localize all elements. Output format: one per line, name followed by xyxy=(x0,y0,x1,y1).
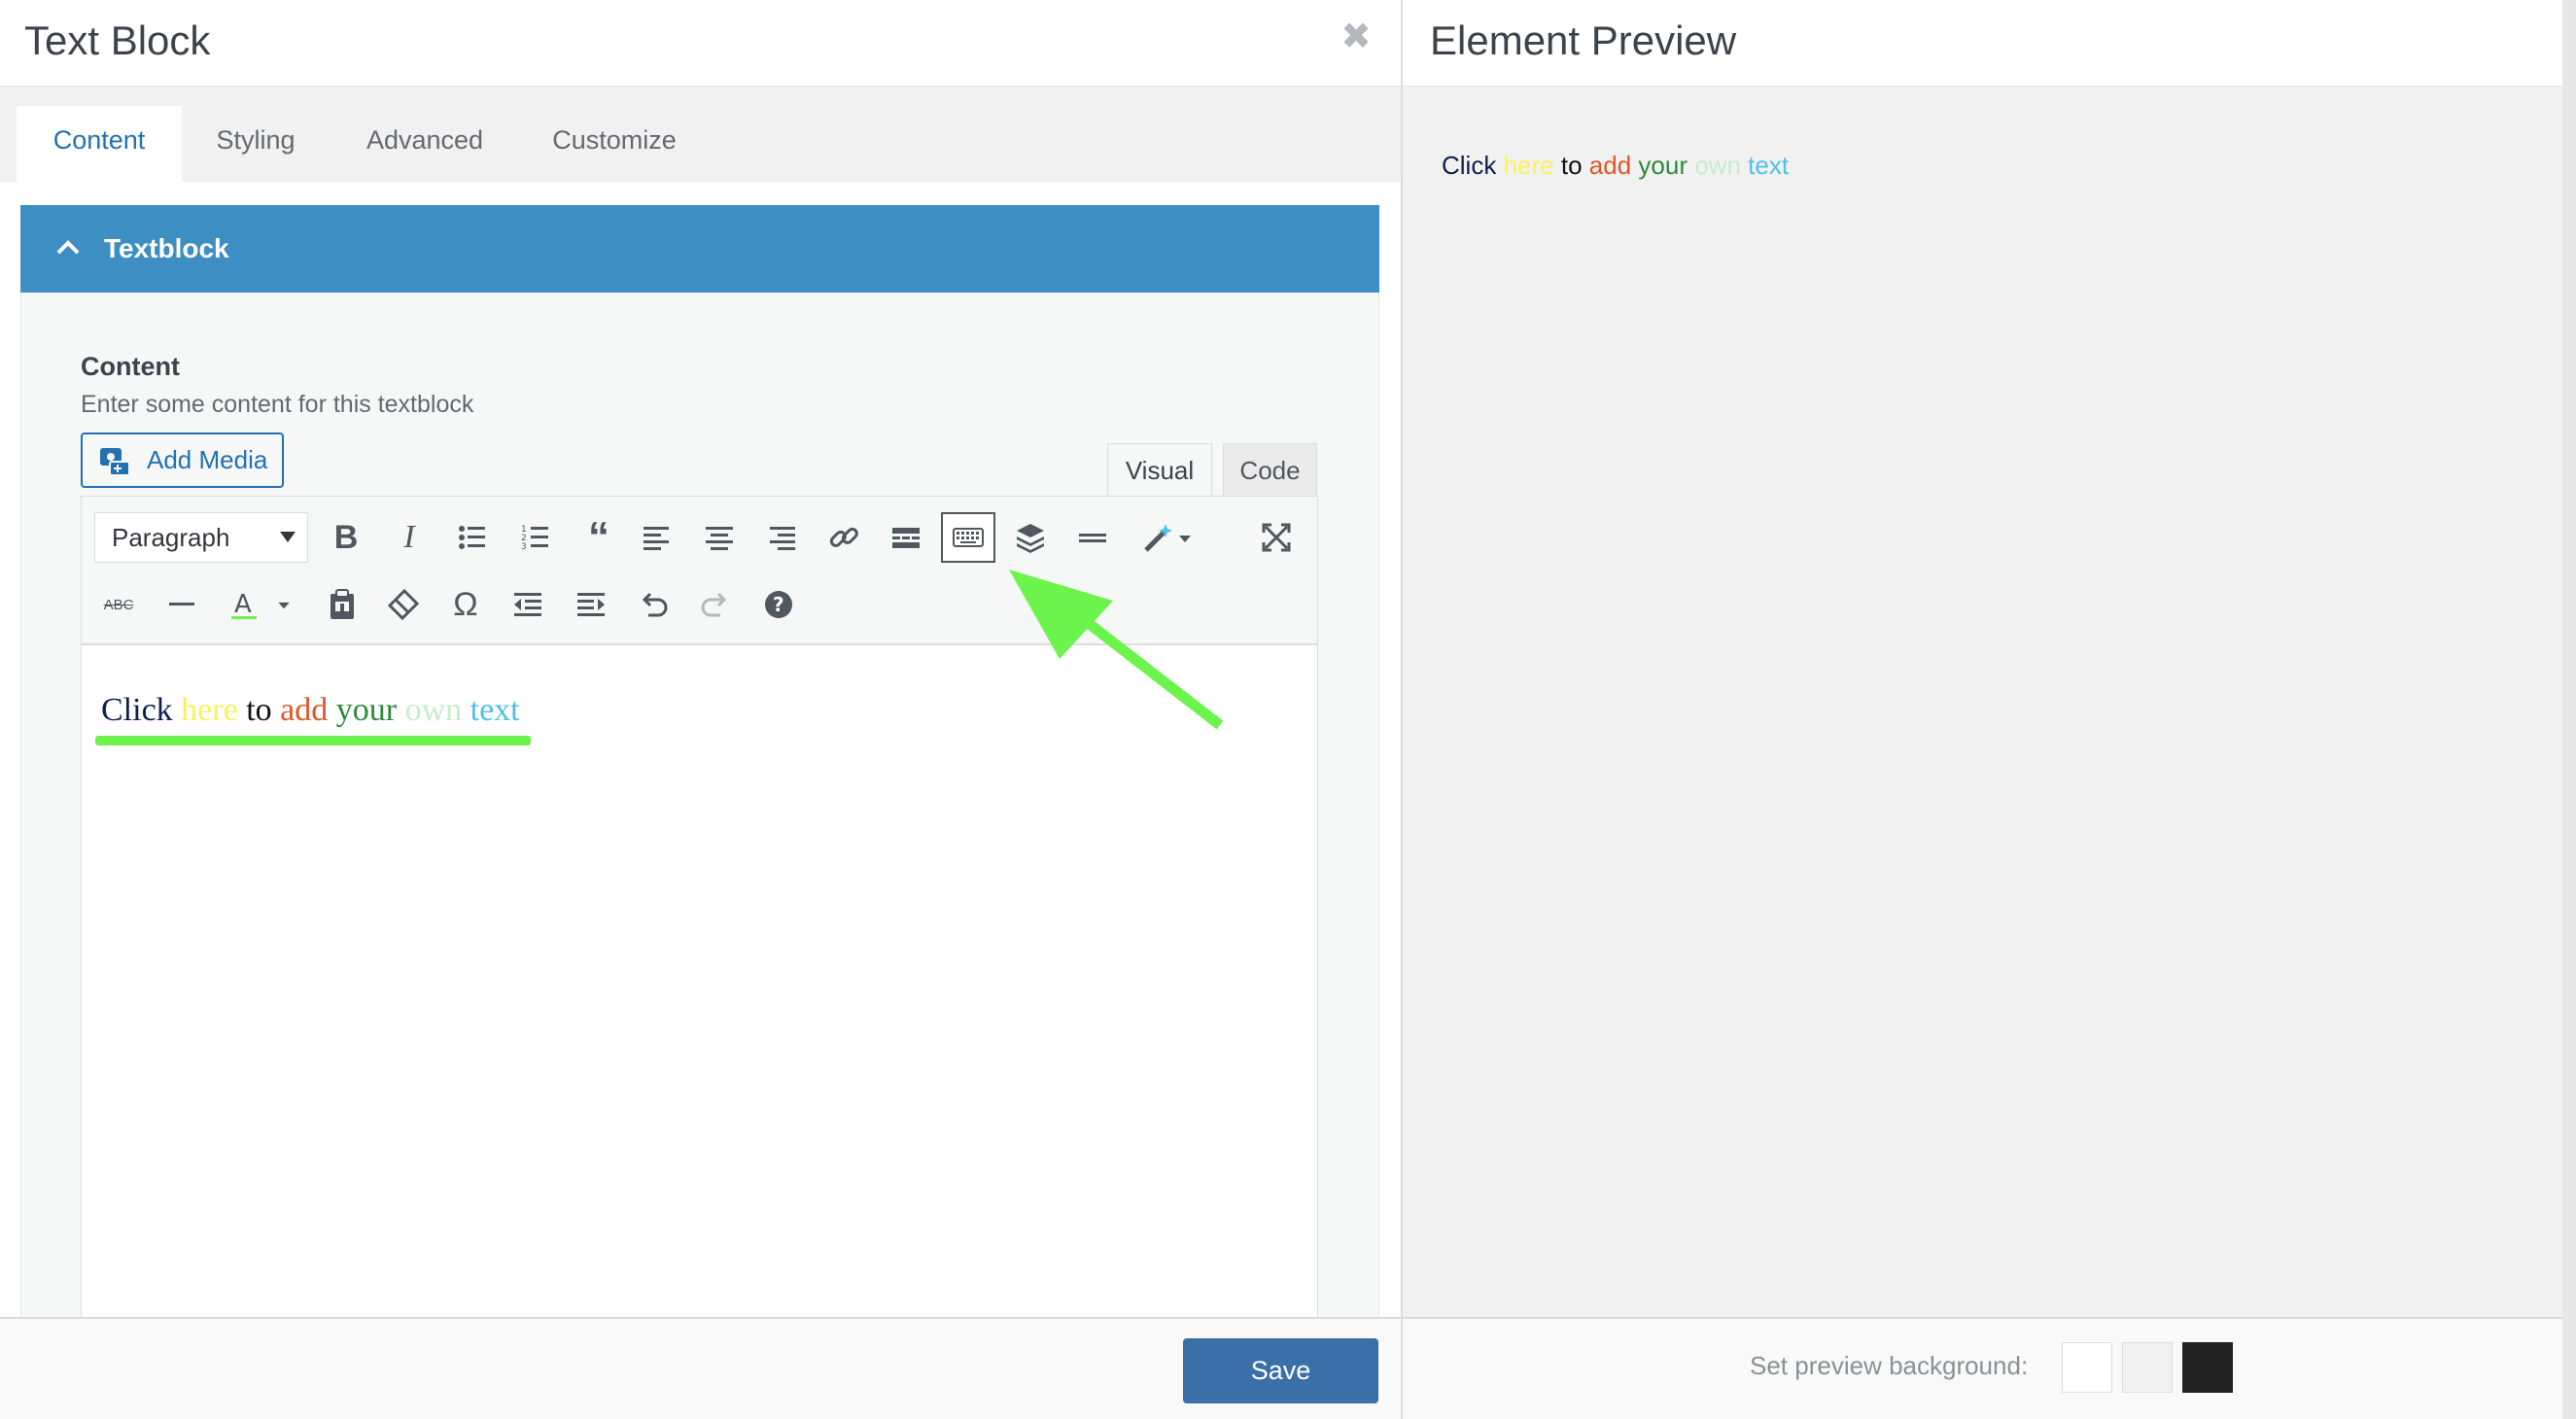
content-word: text xyxy=(470,692,520,728)
preview-word: Click xyxy=(1442,151,1497,180)
undo-icon[interactable] xyxy=(628,579,679,630)
content-word: here xyxy=(181,692,238,728)
content-word: own xyxy=(404,692,463,728)
preview-bg-light-swatch[interactable] xyxy=(2122,1342,2173,1393)
align-right-icon[interactable] xyxy=(756,512,807,563)
text-color-icon[interactable]: A xyxy=(219,579,269,630)
close-icon[interactable]: ✖ xyxy=(1337,17,1375,56)
content-word: your xyxy=(335,692,398,728)
layers-icon[interactable] xyxy=(1005,512,1056,563)
preview-word: here xyxy=(1503,151,1554,180)
blockquote-icon[interactable]: “ xyxy=(574,512,624,563)
content-word: Click xyxy=(101,692,173,728)
preview-title: Element Preview xyxy=(1430,17,1737,63)
format-select[interactable]: Paragraph xyxy=(94,512,308,563)
preview-content: Click here to add your own text xyxy=(1442,151,1789,181)
format-select-value: Paragraph xyxy=(112,523,230,552)
horizontal-rule-icon[interactable] xyxy=(1067,512,1118,563)
preview-word: add xyxy=(1588,151,1632,180)
caret-down-icon xyxy=(280,532,296,542)
paste-text-icon[interactable] xyxy=(317,579,367,630)
bold-icon[interactable]: B xyxy=(321,512,371,563)
preview-word: to xyxy=(1560,151,1583,180)
fullscreen-icon[interactable] xyxy=(1251,512,1302,563)
tab-styling[interactable]: Styling xyxy=(187,106,325,182)
tab-advanced[interactable]: Advanced xyxy=(331,106,519,182)
special-character-icon[interactable]: Ω xyxy=(440,579,491,630)
tab-customize[interactable]: Customize xyxy=(525,106,704,182)
help-icon[interactable]: ? xyxy=(753,579,804,630)
align-left-icon[interactable] xyxy=(632,512,682,563)
indent-icon[interactable] xyxy=(566,579,616,630)
textblock-panel-header[interactable]: Textblock xyxy=(20,205,1379,293)
content-word: to xyxy=(246,692,272,728)
panel-title: Textblock xyxy=(104,233,229,263)
tab-bar: Content Styling Advanced Customize xyxy=(0,87,1401,182)
svg-text:A: A xyxy=(234,590,252,619)
redo-icon[interactable] xyxy=(690,579,741,630)
preview-word: your xyxy=(1638,151,1688,180)
code-tab[interactable]: Code xyxy=(1223,443,1317,498)
svg-text:3: 3 xyxy=(521,542,527,552)
chevron-up-icon xyxy=(56,240,80,255)
settings-panel: Text Block ✖ Content Styling Advanced Cu… xyxy=(0,0,1401,1419)
text-color-caret-icon[interactable] xyxy=(264,579,303,630)
horizontal-line-icon[interactable] xyxy=(157,579,207,630)
field-description: Enter some content for this textblock xyxy=(81,391,474,418)
save-button[interactable]: Save xyxy=(1183,1338,1378,1403)
add-media-label: Add Media xyxy=(147,445,268,474)
magic-wand-icon[interactable] xyxy=(1131,512,1204,563)
annotation-underline xyxy=(95,736,531,745)
link-icon[interactable] xyxy=(818,512,869,563)
content-word: add xyxy=(280,692,329,728)
visual-tab[interactable]: Visual xyxy=(1107,443,1212,498)
align-center-icon[interactable] xyxy=(694,512,745,563)
add-media-button[interactable]: Add Media xyxy=(81,433,284,488)
clear-formatting-icon[interactable] xyxy=(378,579,429,630)
italic-icon[interactable]: I xyxy=(384,512,435,563)
preview-bg-white-swatch[interactable] xyxy=(2062,1342,2112,1393)
field-label: Content xyxy=(81,352,180,381)
media-icon xyxy=(100,448,130,476)
svg-text:?: ? xyxy=(773,593,784,616)
tab-content[interactable]: Content xyxy=(17,106,182,182)
numbered-list-icon[interactable]: 123 xyxy=(510,512,561,563)
keyboard-icon[interactable] xyxy=(941,512,995,563)
annotation-arrow-icon xyxy=(1009,570,1224,730)
outdent-icon[interactable] xyxy=(503,579,553,630)
bullet-list-icon[interactable] xyxy=(447,512,498,563)
strikethrough-icon[interactable]: ABC xyxy=(93,579,144,630)
modal-title: Text Block xyxy=(24,17,211,63)
read-more-icon[interactable] xyxy=(881,512,931,563)
preview-panel xyxy=(1401,0,2576,1419)
preview-word: text xyxy=(1748,151,1790,180)
page-scrollbar[interactable] xyxy=(2562,0,2576,1419)
preview-background-label: Set preview background: xyxy=(1750,1351,2029,1380)
preview-bg-dark-swatch[interactable] xyxy=(2182,1342,2233,1393)
preview-word: own xyxy=(1694,151,1741,180)
editor-content[interactable]: Click here to add your own text xyxy=(101,692,520,729)
